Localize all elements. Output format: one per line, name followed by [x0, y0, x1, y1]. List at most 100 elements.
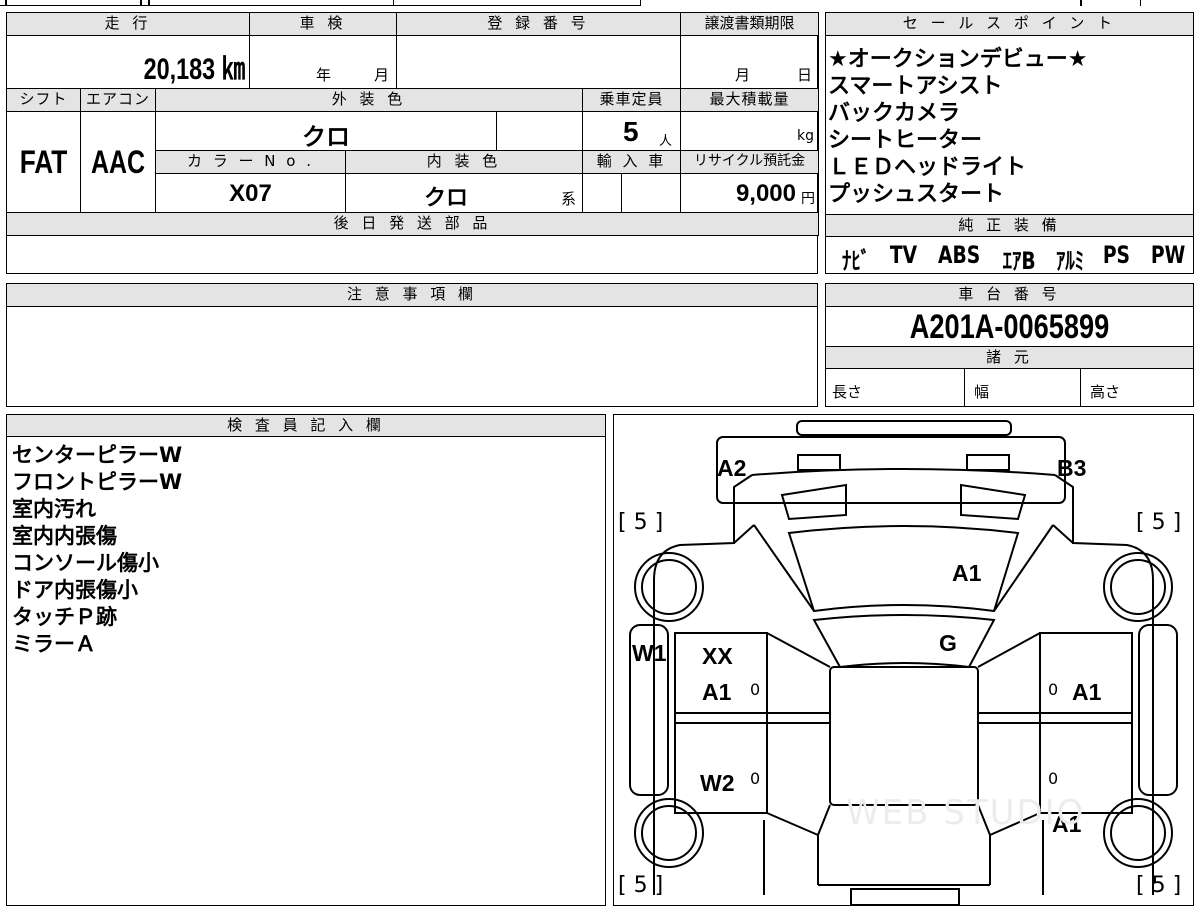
sales-point-item: プッシュスタート	[828, 182, 1005, 207]
mileage-header: 走 行	[6, 12, 250, 36]
inspection-month: 月	[374, 66, 390, 84]
equipment-list: ﾅﾋﾞ TV ABS ｴｱB ｱﾙﾐ PS PW	[838, 241, 1190, 276]
notes-header: 注 意 事 項 欄	[7, 284, 817, 307]
sales-point-item: バックカメラ	[828, 101, 961, 126]
color-no-value: X07	[229, 180, 272, 207]
inspector-line: ミラーＡ	[12, 632, 96, 656]
equipment-item: ｴｱB	[1002, 247, 1036, 275]
equipment-item: ﾅﾋﾞ	[841, 247, 871, 275]
tire-bracket: [ 5 ]	[1136, 510, 1182, 535]
inspector-line: 室内内張傷	[12, 524, 117, 548]
equipment-item: ｱﾙﾐ	[1055, 247, 1084, 275]
later-parts-area	[7, 235, 817, 273]
specs-width: 幅	[974, 383, 990, 401]
sales-points-list: ★オークションデビュー★ スマートアシスト バックカメラ シートヒーター ＬＥＤ…	[828, 46, 1087, 208]
specs-header: 諸 元	[826, 346, 1193, 369]
max-load-unit: kg	[797, 128, 814, 144]
sales-point-item: ★オークションデビュー★	[828, 47, 1088, 72]
import-header: 輸 入 車	[582, 150, 681, 174]
tire-bracket: [ 5 ]	[1136, 873, 1182, 898]
sales-point-item: スマートアシスト	[828, 74, 1003, 99]
inspection-header: 車 検	[249, 12, 397, 36]
exterior-header: 外 装 色	[155, 88, 583, 112]
capacity-header: 乗車定員	[582, 88, 681, 112]
aircon-value: AAC	[90, 144, 146, 180]
sales-points-header: セ ー ル ス ポ イ ン ト	[826, 13, 1193, 36]
aircon-header: エアコン	[80, 88, 156, 112]
notes-box: 注 意 事 項 欄	[6, 283, 818, 407]
color-no-cell: X07	[155, 173, 346, 213]
recycle-header: リサイクル預託金	[680, 150, 819, 174]
recycle-value: 9,000	[735, 180, 796, 207]
exterior-cell: クロ	[155, 111, 497, 151]
capacity-value: 5	[623, 116, 639, 147]
inspector-line: タッチＰ跡	[12, 605, 117, 629]
interior-header: 内 装 色	[345, 150, 583, 174]
mark-front-left: A2	[717, 455, 747, 481]
car-diagram-box: A2 B3 A1 G W1 XX A1 A1 W2 A1 0 0 0 0 [ 5…	[613, 414, 1194, 906]
max-load-cell: kg	[680, 111, 819, 151]
specs-row: 長さ 幅 高さ	[826, 369, 1193, 406]
mark-front-door-right: A1	[1072, 679, 1102, 705]
vehicle-info-grid: 走 行 車 検 登 録 番 号 譲渡書類期限 20,183 ㎞ 年 月 月 日 …	[6, 12, 819, 274]
mileage-value: 20,183 ㎞	[143, 53, 245, 86]
sales-point-item: ＬＥＤヘッドライト	[828, 155, 1027, 180]
interior-value: クロ	[423, 185, 468, 210]
transfer-cell: 月 日	[680, 35, 819, 89]
equipment-item: PW	[1150, 241, 1186, 269]
equipment-header: 純 正 装 備	[826, 214, 1193, 237]
registration-cell	[396, 35, 681, 89]
max-load-header: 最大積載量	[680, 88, 819, 112]
shift-value: FAT	[19, 144, 68, 180]
equipment-item: ABS	[938, 241, 981, 269]
chassis-header: 車 台 番 号	[826, 284, 1193, 307]
top-strip	[0, 0, 1200, 6]
mark-front-right: B3	[1057, 455, 1087, 481]
transfer-month: 月	[735, 66, 751, 84]
inspector-line: 室内汚れ	[12, 497, 96, 521]
zero-mark: 0	[1048, 680, 1059, 699]
interior-cell: クロ 系	[345, 173, 583, 213]
equipment-item: PS	[1103, 241, 1131, 269]
recycle-unit: 円	[801, 191, 815, 207]
mark-left-panel: W1	[632, 640, 667, 666]
exterior-value: クロ	[302, 124, 350, 151]
mark-rear-door-left: W2	[700, 770, 735, 796]
inspector-line: フロントピラーW	[12, 470, 183, 494]
mark-front-door-left-1: XX	[702, 643, 733, 669]
chassis-box: 車 台 番 号 A201A-0065899 諸 元 長さ 幅 高さ	[825, 283, 1194, 407]
chassis-value: A201A-0065899	[909, 308, 1110, 346]
zero-mark: 0	[750, 680, 761, 699]
inspector-line: ドア内張傷小	[12, 578, 138, 602]
shift-cell: FAT	[6, 111, 81, 213]
color-no-header: カ ラ ー N o .	[155, 150, 346, 174]
inspector-list: センターピラーW フロントピラーW 室内汚れ 室内内張傷 コンソール傷小 ドア内…	[12, 442, 182, 658]
equipment-item: TV	[889, 241, 917, 269]
mark-hood: A1	[952, 560, 982, 586]
inspector-line: センターピラーW	[12, 443, 183, 467]
capacity-cell: 5 人	[582, 111, 681, 151]
transfer-day: 日	[797, 66, 813, 84]
import-cell-b	[621, 173, 681, 213]
inspection-year: 年	[316, 66, 332, 84]
zero-mark: 0	[750, 769, 761, 788]
exterior-extra-cell	[496, 111, 583, 151]
shift-header: シフト	[6, 88, 81, 112]
inspection-cell: 年 月	[249, 35, 397, 89]
inspector-line: コンソール傷小	[12, 551, 159, 575]
specs-height: 高さ	[1090, 383, 1121, 401]
watermark: WEB STUDIO	[846, 793, 1086, 833]
mark-front-door-left-2: A1	[702, 679, 732, 705]
transfer-header: 譲渡書類期限	[680, 12, 819, 36]
tire-bracket: [ 5 ]	[618, 873, 664, 898]
inspector-box: 検 査 員 記 入 欄 センターピラーW フロントピラーW 室内汚れ 室内内張傷…	[6, 414, 606, 906]
registration-header: 登 録 番 号	[396, 12, 681, 36]
capacity-unit: 人	[659, 134, 673, 149]
aircon-cell: AAC	[80, 111, 156, 213]
interior-suffix: 系	[560, 190, 576, 208]
sales-points-box: セ ー ル ス ポ イ ン ト ★オークションデビュー★ スマートアシスト バッ…	[825, 12, 1194, 276]
zero-mark: 0	[1048, 769, 1059, 788]
specs-length: 長さ	[832, 383, 863, 401]
recycle-cell: 9,000 円	[680, 173, 819, 213]
import-cell-a	[582, 173, 622, 213]
